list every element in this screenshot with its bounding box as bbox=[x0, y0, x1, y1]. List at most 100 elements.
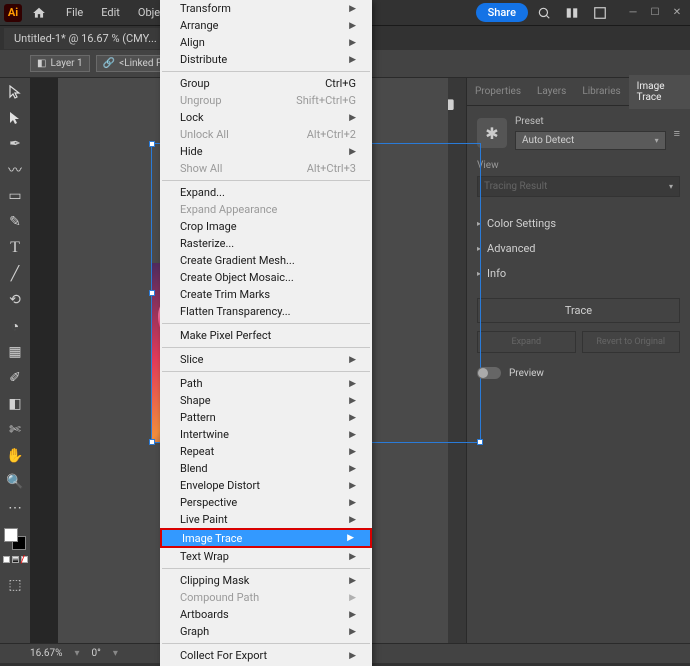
selection-handle[interactable] bbox=[477, 439, 483, 445]
hand-tool[interactable]: ✋ bbox=[3, 444, 27, 468]
menu-item-path[interactable]: Path▶ bbox=[160, 375, 372, 392]
menu-edit[interactable]: Edit bbox=[93, 2, 128, 23]
selection-tool[interactable] bbox=[3, 80, 27, 104]
paintbrush-tool[interactable]: ✎ bbox=[3, 210, 27, 234]
submenu-arrow-icon: ▶ bbox=[349, 627, 356, 637]
menu-item-rasterize[interactable]: Rasterize... bbox=[160, 235, 372, 252]
panel-menu-icon[interactable]: ≡ bbox=[674, 127, 680, 140]
object-menu-dropdown: Transform▶Arrange▶Align▶Distribute▶ Group… bbox=[160, 0, 372, 666]
menu-item-pattern[interactable]: Pattern▶ bbox=[160, 409, 372, 426]
search-icon[interactable] bbox=[532, 1, 556, 25]
menu-item-artboards[interactable]: Artboards▶ bbox=[160, 606, 372, 623]
menu-item-crop-image[interactable]: Crop Image bbox=[160, 218, 372, 235]
eraser-tool[interactable]: ◧ bbox=[3, 392, 27, 416]
submenu-arrow-icon: ▶ bbox=[349, 413, 356, 423]
menu-item-clipping-mask[interactable]: Clipping Mask ▶ bbox=[160, 572, 372, 589]
menu-item-live-paint[interactable]: Live Paint▶ bbox=[160, 511, 372, 528]
rotate-tool[interactable]: ⟲ bbox=[3, 288, 27, 312]
menu-item-create-object-mosaic[interactable]: Create Object Mosaic... bbox=[160, 269, 372, 286]
trace-button[interactable]: Trace bbox=[477, 298, 680, 323]
disclosure-label: Color Settings bbox=[487, 217, 556, 230]
color-mode[interactable] bbox=[3, 556, 10, 563]
scissors-tool[interactable]: ✄ bbox=[3, 418, 27, 442]
menu-item-flatten-transparency[interactable]: Flatten Transparency... bbox=[160, 303, 372, 320]
menu-item-label: Ungroup bbox=[180, 94, 222, 107]
close-button[interactable]: ✕ bbox=[666, 5, 688, 21]
view-dropdown[interactable]: Tracing Result ▾ bbox=[477, 176, 680, 197]
curvature-tool[interactable]: 〰 bbox=[3, 158, 27, 182]
menu-item-hide[interactable]: Hide▶ bbox=[160, 143, 372, 160]
none-mode[interactable]: / bbox=[21, 556, 28, 563]
tab-properties[interactable]: Properties bbox=[467, 80, 529, 103]
menu-item-image-trace[interactable]: Image Trace▶ bbox=[160, 528, 372, 548]
eyedropper-tool[interactable]: ✐ bbox=[3, 366, 27, 390]
menu-item-intertwine[interactable]: Intertwine▶ bbox=[160, 426, 372, 443]
preset-dropdown[interactable]: Auto Detect ▾ bbox=[515, 131, 666, 150]
screen-mode[interactable]: ⬚ bbox=[3, 573, 27, 597]
pen-tool[interactable]: ✒ bbox=[3, 132, 27, 156]
menu-item-label: Clipping Mask bbox=[180, 574, 249, 587]
selection-handle[interactable] bbox=[149, 439, 155, 445]
zoom-tool[interactable]: 🔍 bbox=[3, 470, 27, 494]
menu-item-compound-path: Compound Path▶ bbox=[160, 589, 372, 606]
menu-item-lock[interactable]: Lock▶ bbox=[160, 109, 372, 126]
document-tab[interactable]: Untitled-1* @ 16.67 % (CMY... bbox=[4, 28, 167, 49]
arrange-icon[interactable] bbox=[560, 1, 584, 25]
submenu-arrow-icon: ▶ bbox=[349, 576, 356, 586]
menu-item-transform[interactable]: Transform▶ bbox=[160, 0, 372, 17]
menu-separator bbox=[162, 568, 370, 569]
rectangle-tool[interactable]: ▭ bbox=[3, 184, 27, 208]
menu-item-graph[interactable]: Graph▶ bbox=[160, 623, 372, 640]
menu-item-create-trim-marks[interactable]: Create Trim Marks bbox=[160, 286, 372, 303]
layer-icon: ◧ bbox=[37, 58, 46, 69]
selection-handle[interactable] bbox=[149, 290, 155, 296]
menu-item-make-pixel-perfect[interactable]: Make Pixel Perfect bbox=[160, 327, 372, 344]
tab-layers[interactable]: Layers bbox=[529, 80, 574, 103]
submenu-arrow-icon: ▶ bbox=[349, 147, 356, 157]
menu-item-align[interactable]: Align▶ bbox=[160, 34, 372, 51]
menu-item-envelope-distort[interactable]: Envelope Distort▶ bbox=[160, 477, 372, 494]
menu-item-collect-for-export[interactable]: Collect For Export▶ bbox=[160, 647, 372, 664]
menu-item-text-wrap[interactable]: Text Wrap▶ bbox=[160, 548, 372, 565]
selection-handle[interactable] bbox=[149, 141, 155, 147]
zoom-level[interactable]: 16.67% bbox=[30, 648, 62, 659]
tab-image-trace[interactable]: Image Trace bbox=[629, 75, 690, 109]
disclosure-color-settings[interactable]: ▸ Color Settings bbox=[477, 211, 680, 236]
home-icon[interactable] bbox=[26, 0, 52, 26]
direct-selection-tool[interactable] bbox=[3, 106, 27, 130]
menu-separator bbox=[162, 71, 370, 72]
disclosure-advanced[interactable]: ▸ Advanced bbox=[477, 236, 680, 261]
menu-item-distribute[interactable]: Distribute▶ bbox=[160, 51, 372, 68]
preview-toggle[interactable] bbox=[477, 367, 501, 379]
fill-stroke-swatch[interactable] bbox=[4, 528, 26, 550]
expand-button: Expand bbox=[477, 331, 576, 353]
menu-item-blend[interactable]: Blend▶ bbox=[160, 460, 372, 477]
menu-item-label: Crop Image bbox=[180, 220, 237, 233]
layer-indicator[interactable]: ◧ Layer 1 bbox=[30, 55, 90, 72]
menu-item-slice[interactable]: Slice▶ bbox=[160, 351, 372, 368]
view-label: View bbox=[477, 160, 680, 171]
menu-item-arrange[interactable]: Arrange▶ bbox=[160, 17, 372, 34]
menu-item-create-gradient-mesh[interactable]: Create Gradient Mesh... bbox=[160, 252, 372, 269]
gradient-mode[interactable] bbox=[12, 556, 19, 563]
workspace-icon[interactable] bbox=[588, 1, 612, 25]
menu-item-expand[interactable]: Expand... bbox=[160, 184, 372, 201]
menu-file[interactable]: File bbox=[58, 2, 91, 23]
shape-builder-tool[interactable]: ◔ bbox=[3, 314, 27, 338]
edit-toolbar[interactable]: ⋯ bbox=[3, 496, 27, 520]
maximize-button[interactable]: ☐ bbox=[644, 5, 666, 21]
submenu-arrow-icon: ▶ bbox=[349, 515, 356, 525]
minimize-button[interactable]: ─ bbox=[622, 5, 644, 21]
rotation-angle[interactable]: 0° bbox=[91, 648, 100, 659]
share-button[interactable]: Share bbox=[476, 3, 528, 22]
menu-item-group[interactable]: GroupCtrl+G bbox=[160, 75, 372, 92]
menu-item-repeat[interactable]: Repeat▶ bbox=[160, 443, 372, 460]
menu-item-shape[interactable]: Shape▶ bbox=[160, 392, 372, 409]
type-tool[interactable]: T bbox=[3, 236, 27, 260]
disclosure-info[interactable]: ▸ Info bbox=[477, 261, 680, 286]
menu-item-perspective[interactable]: Perspective▶ bbox=[160, 494, 372, 511]
gradient-tool[interactable]: ▦ bbox=[3, 340, 27, 364]
fill-swatch[interactable] bbox=[4, 528, 18, 542]
tab-libraries[interactable]: Libraries bbox=[574, 80, 628, 103]
line-tool[interactable]: ╱ bbox=[3, 262, 27, 286]
